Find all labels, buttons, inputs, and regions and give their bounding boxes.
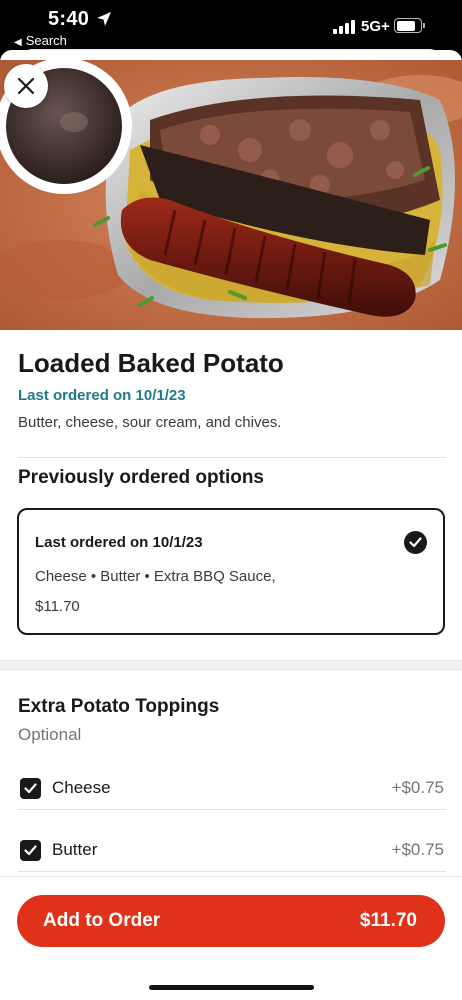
topping-label: Cheese bbox=[52, 778, 111, 797]
toppings-optional-label: Optional bbox=[18, 725, 82, 744]
add-to-order-label: Add to Order bbox=[43, 910, 161, 931]
selected-indicator bbox=[404, 531, 427, 554]
toppings-heading: Extra Potato Toppings bbox=[18, 696, 220, 717]
previous-order-card[interactable]: Last ordered on 10/1/23 Cheese • Butter … bbox=[17, 508, 445, 635]
back-arrow-icon: ◀ bbox=[14, 37, 22, 48]
previous-order-price: $11.70 bbox=[35, 598, 80, 615]
item-title: Loaded Baked Potato bbox=[18, 348, 284, 378]
previous-order-items: Cheese • Butter • Extra BBQ Sauce, bbox=[35, 568, 276, 585]
last-ordered-label: Last ordered on 10/1/23 bbox=[18, 387, 186, 404]
location-arrow-icon bbox=[97, 12, 111, 26]
item-detail-sheet: Loaded Baked Potato Last ordered on 10/1… bbox=[0, 50, 462, 1000]
back-to-search-link[interactable]: ◀ Search bbox=[14, 33, 67, 48]
previous-order-date: Last ordered on 10/1/23 bbox=[35, 534, 203, 551]
status-bar: 5:40 ◀ Search 5G+ bbox=[0, 0, 462, 54]
previous-options-heading: Previously ordered options bbox=[18, 467, 264, 488]
close-icon bbox=[17, 77, 35, 95]
battery-cap bbox=[423, 23, 425, 28]
checkmark-icon bbox=[24, 845, 37, 856]
divider bbox=[18, 457, 446, 458]
status-time: 5:40 bbox=[48, 8, 90, 30]
checkbox-checked[interactable] bbox=[20, 778, 41, 799]
add-to-order-button[interactable]: Add to Order $11.70 bbox=[17, 895, 445, 947]
section-separator bbox=[0, 660, 462, 670]
divider bbox=[18, 809, 446, 810]
baked-potato-photo bbox=[0, 60, 462, 330]
close-button[interactable] bbox=[4, 64, 48, 108]
network-label: 5G+ bbox=[361, 18, 390, 35]
signal-icon bbox=[333, 20, 357, 34]
checkbox-checked[interactable] bbox=[20, 840, 41, 861]
home-indicator[interactable] bbox=[149, 985, 314, 990]
back-label: Search bbox=[25, 33, 67, 48]
topping-price: +$0.75 bbox=[391, 778, 444, 797]
battery-icon bbox=[394, 18, 422, 33]
topping-price: +$0.75 bbox=[391, 840, 444, 859]
topping-option-cheese[interactable]: Cheese +$0.75 bbox=[0, 761, 462, 823]
checkmark-icon bbox=[24, 783, 37, 794]
checkmark-icon bbox=[409, 537, 422, 548]
divider bbox=[18, 871, 446, 872]
item-hero-image bbox=[0, 60, 462, 330]
item-description: Butter, cheese, sour cream, and chives. bbox=[18, 414, 282, 431]
add-to-order-price: $11.70 bbox=[359, 910, 417, 931]
topping-label: Butter bbox=[52, 840, 98, 859]
footer-bar: Add to Order $11.70 bbox=[0, 876, 462, 1000]
